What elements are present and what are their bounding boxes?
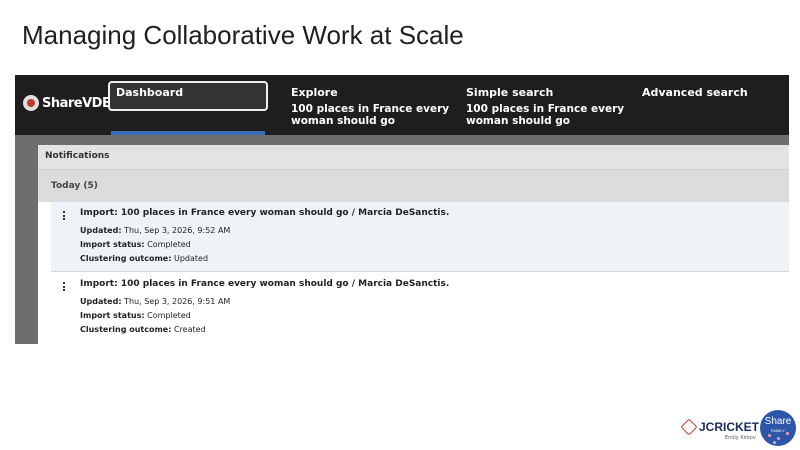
tab-explore[interactable]: Explore 100 places in France every woman… [291,86,451,146]
notification-item[interactable]: Import: 100 places in France every woman… [51,273,789,343]
sharevde-logo-icon [23,95,39,111]
sharevde-logo[interactable]: ShareVDE [23,95,111,111]
jcricket-logo: JCRICKET Emily Kirkov [680,418,760,441]
updated-value: Thu, Sep 3, 2026, 9:51 AM [124,297,231,306]
logo-text: ShareVDE [42,95,111,111]
notification-clustering: Clustering outcome: Updated [80,252,789,266]
notifications-panel: Notifications Today (5) Import: 100 plac… [38,145,789,344]
share-family-text: FAMILY [771,428,785,433]
updated-value: Thu, Sep 3, 2026, 9:52 AM [124,226,231,235]
tab-dashboard[interactable]: Dashboard [108,81,268,111]
app-window: ShareVDE Dashboard Explore 100 places in… [15,75,789,344]
updated-label: Updated: [80,297,122,306]
notification-clustering: Clustering outcome: Created [80,323,789,337]
kebab-menu-icon[interactable] [63,211,67,221]
import-status-label: Import status: [80,311,145,320]
notifications-group-today[interactable]: Today (5) [38,170,789,202]
clustering-value: Created [173,325,206,334]
notification-item[interactable]: Import: 100 places in France every woman… [51,202,789,272]
notification-import-status: Import status: Completed [80,309,789,323]
jcricket-icon [680,418,698,436]
tab-advanced-search[interactable]: Advanced search [642,86,782,146]
kebab-menu-icon[interactable] [63,282,67,292]
import-status-value: Completed [147,311,191,320]
tab-simple-search[interactable]: Simple search 100 places in France every… [466,86,626,146]
notification-title: Import: 100 places in France every woman… [80,279,450,289]
notification-updated: Updated: Thu, Sep 3, 2026, 9:51 AM [80,295,789,309]
notification-import-status: Import status: Completed [80,238,789,252]
share-badge-text: Share [764,416,792,427]
tab-explore-label: Explore [291,86,338,99]
tab-advanced-search-label: Advanced search [642,86,748,99]
clustering-label: Clustering outcome: [80,254,172,263]
notifications-header: Notifications [38,145,789,170]
top-nav-bar: ShareVDE Dashboard Explore 100 places in… [15,75,789,135]
tab-explore-subtitle: 100 places in France every woman should … [291,103,450,127]
tab-simple-search-label: Simple search [466,86,554,99]
jcricket-subtitle: Emily Kirkov [725,435,756,441]
clustering-value: Updated [173,254,209,263]
active-tab-indicator [111,131,265,135]
notification-updated: Updated: Thu, Sep 3, 2026, 9:52 AM [80,224,789,238]
clustering-label: Clustering outcome: [80,325,172,334]
import-status-label: Import status: [80,240,145,249]
notification-title: Import: 100 places in France every woman… [80,208,450,218]
share-family-logo: Share FAMILY [760,410,796,446]
tab-dashboard-label: Dashboard [116,86,184,99]
jcricket-wordmark: JCRICKET [699,420,760,434]
updated-label: Updated: [80,226,122,235]
tab-simple-search-subtitle: 100 places in France every woman should … [466,103,625,127]
import-status-value: Completed [147,240,191,249]
slide-title: Managing Collaborative Work at Scale [22,20,464,50]
